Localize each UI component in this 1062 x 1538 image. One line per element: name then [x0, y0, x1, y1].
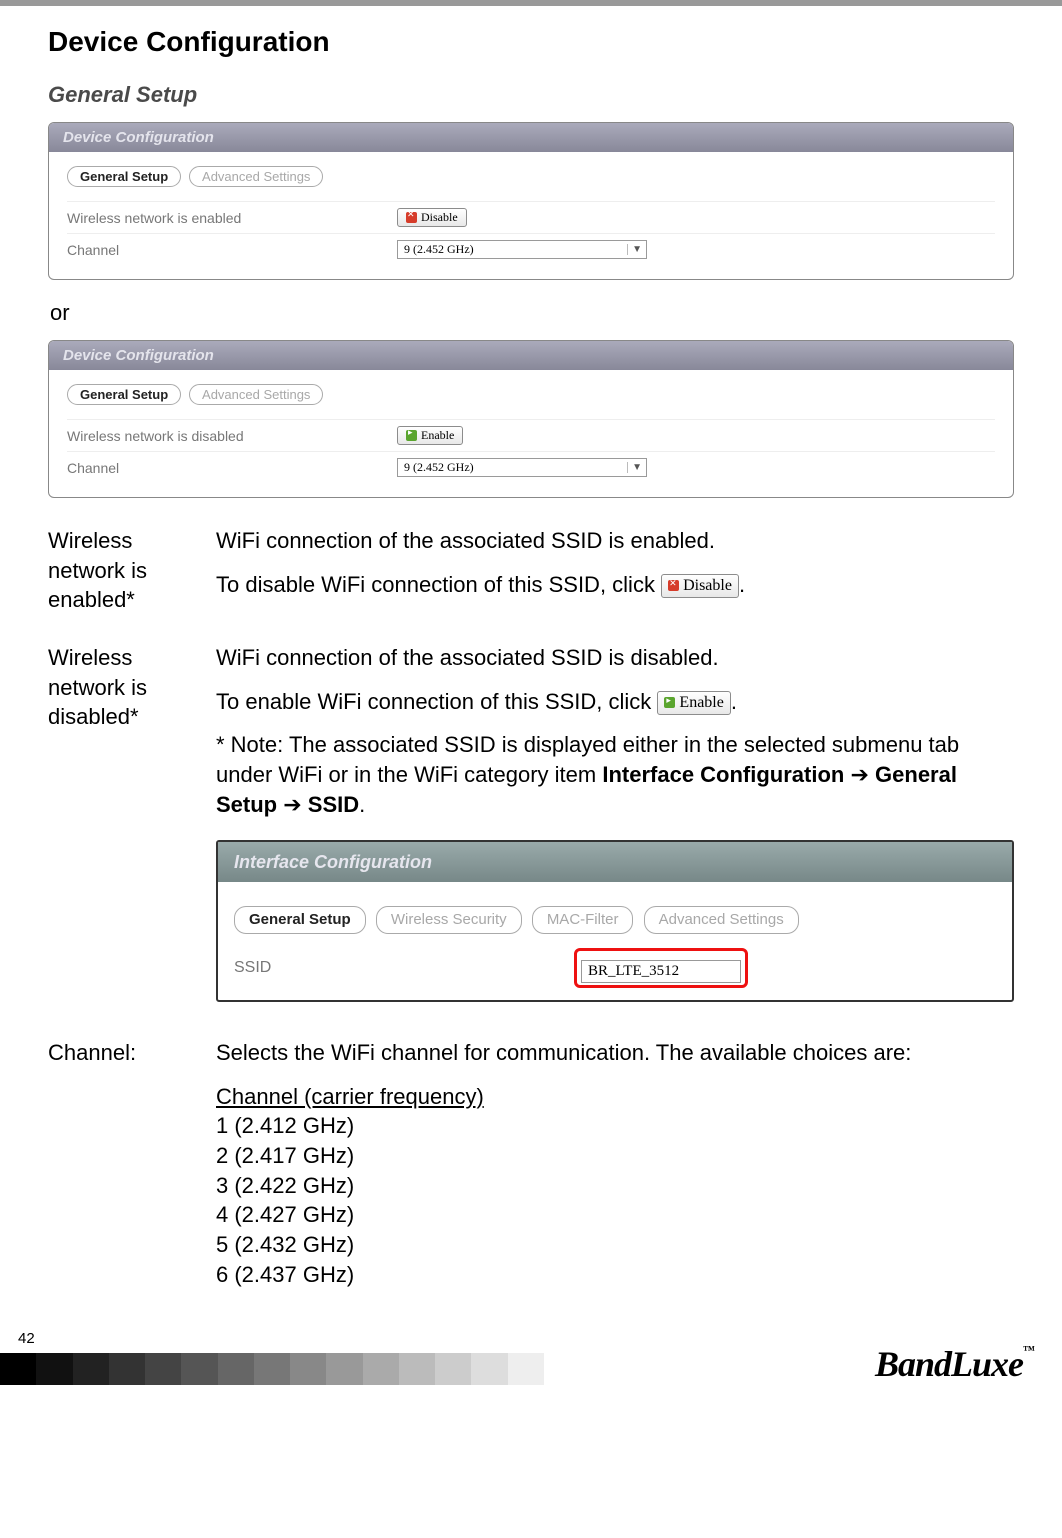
tab-bar: General Setup Wireless Security MAC-Filt…	[234, 902, 996, 934]
note-text: * Note: The associated SSID is displayed…	[216, 730, 1014, 819]
list-item: 5 (2.432 GHz)	[216, 1230, 1014, 1260]
play-icon	[406, 430, 417, 441]
list-item: 1 (2.412 GHz)	[216, 1111, 1014, 1141]
desc-text: WiFi connection of the associated SSID i…	[216, 643, 1014, 673]
list-item: 6 (2.437 GHz)	[216, 1260, 1014, 1290]
select-value: 9 (2.452 GHz)	[404, 242, 474, 257]
desc-term: Wireless network is enabled*	[48, 526, 188, 615]
tab-general-setup[interactable]: General Setup	[234, 906, 366, 934]
ssid-input[interactable]	[581, 960, 741, 983]
panel-header: Interface Configuration	[218, 842, 1012, 882]
channel-section: Channel: Selects the WiFi channel for co…	[48, 1038, 1014, 1290]
button-label: Disable	[421, 210, 458, 225]
channel-term: Channel:	[48, 1038, 188, 1290]
desc-term: Wireless network is disabled*	[48, 643, 188, 1010]
ssid-highlight-box	[574, 948, 748, 988]
wireless-status-label: Wireless network is disabled	[67, 428, 377, 444]
page-title: Device Configuration	[48, 26, 1014, 58]
panel-header: Device Configuration	[49, 341, 1013, 370]
interface-config-panel: Interface Configuration General Setup Wi…	[216, 840, 1014, 1003]
tab-advanced-settings[interactable]: Advanced Settings	[189, 384, 323, 405]
channel-label: Channel	[67, 242, 377, 258]
channel-select[interactable]: 9 (2.452 GHz) ▼	[397, 240, 647, 259]
footer: 42 BandLuxe™	[48, 1330, 1014, 1385]
chevron-down-icon: ▼	[627, 462, 642, 473]
tab-general-setup[interactable]: General Setup	[67, 384, 181, 405]
list-item: 4 (2.427 GHz)	[216, 1200, 1014, 1230]
page-number: 42	[18, 1330, 1014, 1347]
device-config-panel-enabled: Device Configuration General Setup Advan…	[48, 122, 1014, 280]
desc-enabled: Wireless network is enabled* WiFi connec…	[48, 526, 1014, 615]
tab-bar: General Setup Advanced Settings	[67, 384, 995, 405]
enable-button[interactable]: Enable	[397, 426, 463, 445]
tab-advanced-settings[interactable]: Advanced Settings	[644, 906, 799, 934]
or-separator: or	[50, 300, 1014, 326]
tab-general-setup[interactable]: General Setup	[67, 166, 181, 187]
top-divider	[0, 0, 1062, 6]
tab-mac-filter[interactable]: MAC-Filter	[532, 906, 634, 934]
gradient-bar	[0, 1353, 580, 1385]
tab-advanced-settings[interactable]: Advanced Settings	[189, 166, 323, 187]
button-label: Enable	[421, 428, 454, 443]
enable-button-inline[interactable]: Enable	[657, 691, 730, 715]
channel-list: 1 (2.412 GHz) 2 (2.417 GHz) 3 (2.422 GHz…	[216, 1111, 1014, 1289]
tab-wireless-security[interactable]: Wireless Security	[376, 906, 522, 934]
list-item: 2 (2.417 GHz)	[216, 1141, 1014, 1171]
device-config-panel-disabled: Device Configuration General Setup Advan…	[48, 340, 1014, 498]
chevron-down-icon: ▼	[627, 244, 642, 255]
close-icon	[668, 580, 679, 591]
desc-disabled: Wireless network is disabled* WiFi conne…	[48, 643, 1014, 1010]
tab-bar: General Setup Advanced Settings	[67, 166, 995, 187]
disable-button-inline[interactable]: Disable	[661, 574, 739, 598]
disable-button[interactable]: Disable	[397, 208, 467, 227]
wireless-status-label: Wireless network is enabled	[67, 210, 377, 226]
desc-text: To disable WiFi connection of this SSID,…	[216, 570, 1014, 600]
panel-header: Device Configuration	[49, 123, 1013, 152]
channel-list-header: Channel (carrier frequency)	[216, 1082, 1014, 1112]
channel-label: Channel	[67, 460, 377, 476]
channel-desc: Selects the WiFi channel for communicati…	[216, 1038, 1014, 1068]
list-item: 3 (2.422 GHz)	[216, 1171, 1014, 1201]
page-subhead: General Setup	[48, 82, 1014, 108]
desc-text: To enable WiFi connection of this SSID, …	[216, 687, 1014, 717]
ssid-label: SSID	[234, 957, 554, 979]
play-icon	[664, 697, 675, 708]
desc-text: WiFi connection of the associated SSID i…	[216, 526, 1014, 556]
brand-logo: BandLuxe™	[875, 1343, 1034, 1385]
select-value: 9 (2.452 GHz)	[404, 460, 474, 475]
channel-select[interactable]: 9 (2.452 GHz) ▼	[397, 458, 647, 477]
close-icon	[406, 212, 417, 223]
